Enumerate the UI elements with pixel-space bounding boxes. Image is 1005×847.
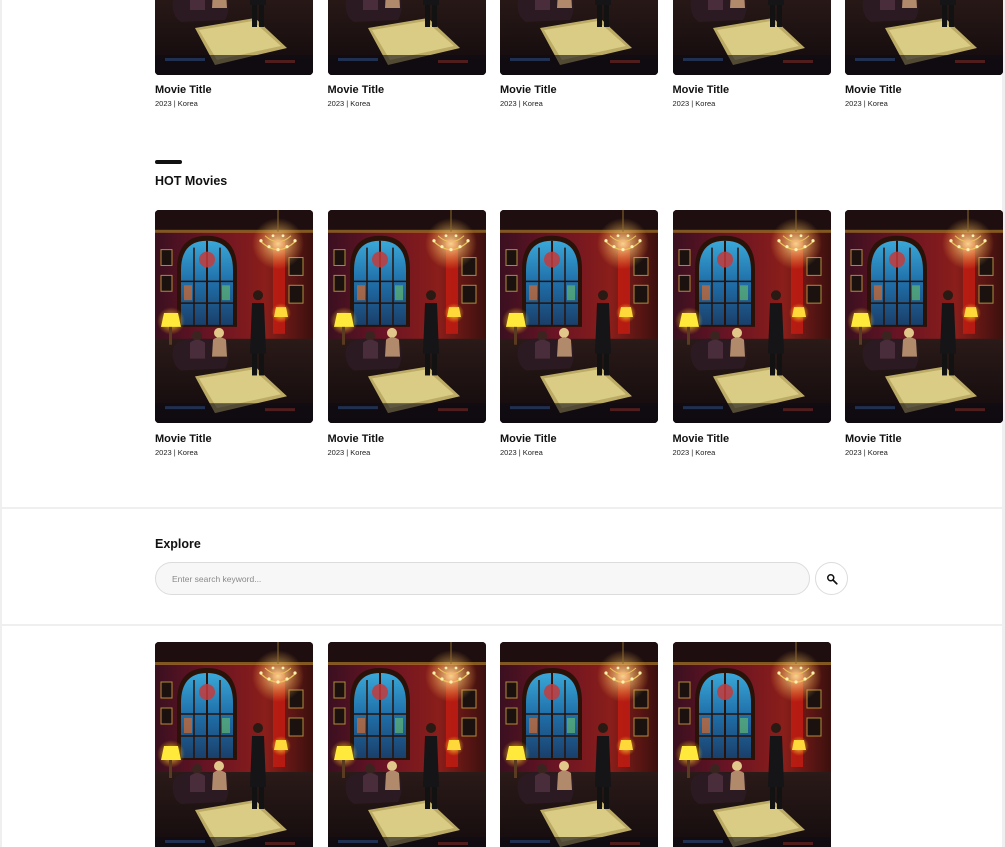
movie-card[interactable]: Movie Title 2023 | Korea (155, 210, 313, 458)
explore-section: Explore (2, 507, 1002, 626)
movie-card[interactable]: Movie Title 2023 | Korea (500, 0, 658, 109)
movie-poster[interactable] (155, 0, 313, 75)
movie-card[interactable]: Movie Title 2023 | Korea (845, 210, 1003, 458)
movie-meta: 2023 | Korea (845, 448, 888, 457)
movie-card[interactable]: Movie Title 2023 | Korea (327, 210, 486, 458)
movie-row-top: Movie Title 2023 | Korea Movie Title 202… (155, 0, 1003, 109)
movie-poster[interactable] (155, 642, 313, 847)
movie-poster[interactable] (672, 0, 831, 75)
movie-title[interactable]: Movie Title (845, 83, 1003, 97)
movie-title[interactable]: Movie Title (500, 432, 658, 446)
movie-meta: 2023 | Korea (155, 448, 198, 457)
movie-meta: 2023 | Korea (845, 99, 888, 108)
hot-movies-row: Movie Title 2023 | Korea Movie Title 202… (155, 210, 1003, 458)
movie-poster[interactable] (500, 642, 658, 847)
movie-title[interactable]: Movie Title (328, 83, 486, 97)
movie-poster[interactable] (327, 210, 486, 423)
movie-poster[interactable] (845, 210, 1003, 423)
movie-card[interactable]: Movie Title 2023 | Korea (845, 0, 1003, 109)
movie-poster[interactable] (672, 210, 831, 423)
hot-movies-heading: HOT Movies (155, 174, 228, 188)
movie-card[interactable] (500, 642, 658, 847)
search-results-row (155, 642, 831, 847)
explore-heading: Explore (155, 537, 201, 551)
movie-title[interactable]: Movie Title (155, 432, 313, 446)
movie-poster[interactable] (845, 0, 1003, 75)
movie-title[interactable]: Movie Title (673, 83, 831, 97)
left-edge-divider (0, 0, 2, 847)
search-button[interactable] (815, 562, 848, 595)
movie-meta: 2023 | Korea (327, 448, 371, 457)
movie-card[interactable]: Movie Title 2023 | Korea (155, 0, 313, 109)
movie-meta: 2023 | Korea (327, 99, 371, 108)
search-icon (826, 573, 838, 585)
movie-card[interactable]: Movie Title 2023 | Korea (672, 210, 831, 458)
movie-title[interactable]: Movie Title (673, 432, 831, 446)
movie-poster[interactable] (327, 642, 486, 847)
movie-card[interactable]: Movie Title 2023 | Korea (327, 0, 486, 109)
movie-poster[interactable] (327, 0, 486, 75)
movie-poster[interactable] (500, 0, 658, 75)
movie-card[interactable] (672, 642, 831, 847)
movie-poster[interactable] (155, 210, 313, 423)
movie-title[interactable]: Movie Title (500, 83, 658, 97)
page: Movie Title 2023 | Korea Movie Title 202… (0, 0, 1005, 847)
movie-title[interactable]: Movie Title (845, 432, 1003, 446)
movie-meta: 2023 | Korea (672, 99, 716, 108)
movie-title[interactable]: Movie Title (155, 83, 313, 97)
search-input[interactable] (156, 563, 809, 594)
movie-meta: 2023 | Korea (155, 99, 198, 108)
movie-poster[interactable] (500, 210, 658, 423)
section-accent-bar (155, 160, 182, 164)
movie-card[interactable]: Movie Title 2023 | Korea (500, 210, 658, 458)
movie-meta: 2023 | Korea (672, 448, 716, 457)
movie-title[interactable]: Movie Title (328, 432, 486, 446)
search-box[interactable] (155, 562, 810, 595)
movie-meta: 2023 | Korea (500, 448, 543, 457)
movie-card[interactable] (327, 642, 486, 847)
movie-meta: 2023 | Korea (500, 99, 543, 108)
movie-card[interactable] (155, 642, 313, 847)
movie-poster[interactable] (672, 642, 831, 847)
movie-card[interactable]: Movie Title 2023 | Korea (672, 0, 831, 109)
